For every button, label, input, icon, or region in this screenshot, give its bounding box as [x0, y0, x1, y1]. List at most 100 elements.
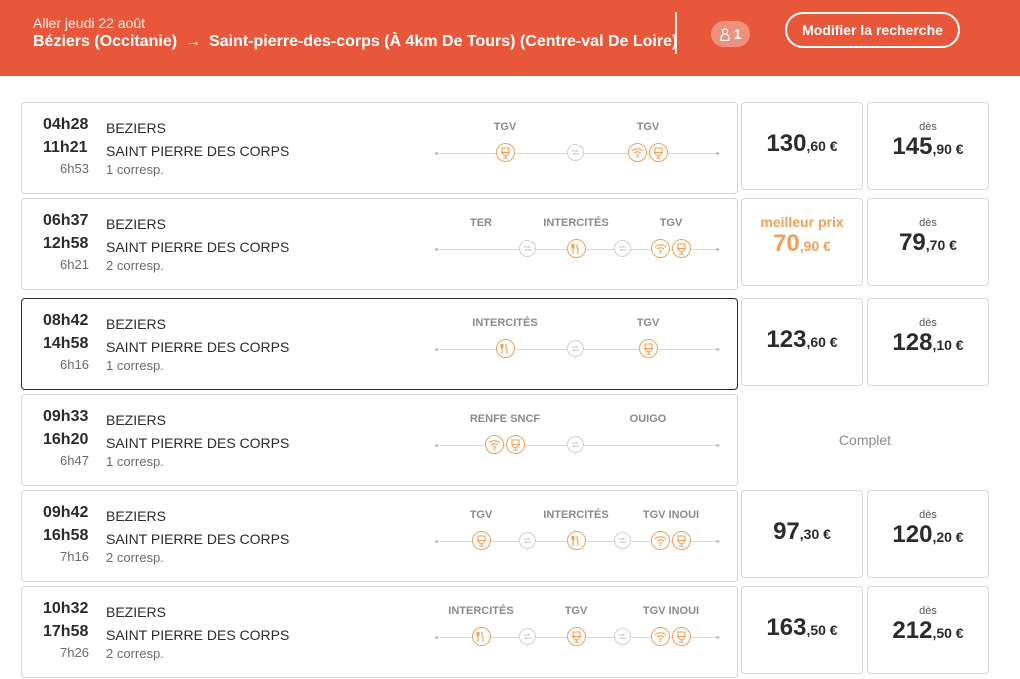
change-icon	[614, 240, 631, 257]
departure-time: 10h32	[43, 600, 89, 617]
route-timeline: INTERCITÉS TGV	[435, 299, 720, 391]
trip-duration: 6h21	[60, 257, 89, 272]
trip-duration: 6h16	[60, 357, 89, 372]
timeline-start-dot	[435, 348, 438, 351]
train-type-label: RENFE SNCF	[469, 413, 541, 425]
change-icon	[519, 532, 536, 549]
train-type-label: TGV INOUI	[642, 605, 700, 617]
arrival-time: 17h58	[43, 623, 89, 640]
price-dec: ,60 €	[806, 334, 838, 350]
connections-count: 2 corresp.	[106, 646, 164, 661]
price-first-class[interactable]: dès 128,10 €	[867, 298, 989, 386]
price-value: 120,20 €	[868, 521, 988, 549]
seat-icon	[566, 627, 586, 646]
arrival-time: 14h58	[43, 335, 89, 352]
arrival-time: 12h58	[43, 235, 89, 252]
train-type-label: OUIGO	[629, 413, 667, 425]
departure-time: 09h33	[43, 408, 89, 425]
departure-station: BEZIERS	[106, 508, 166, 524]
timeline-end-dot	[716, 152, 719, 155]
timeline-end-dot	[716, 348, 719, 351]
arrival-station: SAINT PIERRE DES CORPS	[106, 531, 290, 547]
arrival-station: SAINT PIERRE DES CORPS	[106, 627, 290, 643]
price-int: 97	[773, 518, 800, 545]
price-first-class[interactable]: dès 145,90 €	[867, 102, 989, 190]
modify-search-button[interactable]: Modifier la recherche	[785, 12, 960, 48]
wifi-icon	[651, 239, 670, 258]
trip-card[interactable]: 06h37 12h58 6h21 BEZIERS SAINT PIERRE DES CO…	[21, 198, 738, 290]
route-timeline: TGV INTERCITÉS TGV INOUI	[435, 491, 720, 583]
search-summary-header: Aller jeudi 22 août Béziers (Occitanie) →…	[0, 0, 1020, 76]
price-second-class[interactable]: 130,60 €	[741, 102, 863, 190]
wifi-icon	[651, 531, 670, 550]
price-dec: ,10 €	[932, 337, 964, 353]
price-from-label: dès	[919, 217, 937, 229]
price-second-class[interactable]: 97,30 €	[741, 490, 863, 578]
departure-station: BEZIERS	[106, 216, 166, 232]
seat-icon	[495, 143, 515, 162]
change-icon	[519, 240, 536, 257]
change-icon	[567, 340, 584, 357]
trip-card[interactable]: 09h42 16h58 7h16 BEZIERS SAINT PIERRE DES CO…	[21, 490, 738, 582]
seat-icon	[672, 627, 691, 646]
price-value: 128,10 €	[868, 329, 988, 357]
departure-time: 06h37	[43, 212, 89, 229]
connections-count: 2 corresp.	[106, 258, 164, 273]
arrival-time: 11h21	[43, 139, 88, 156]
train-type-label: TGV INOUI	[642, 509, 700, 521]
trip-row: 04h28 11h21 6h53 BEZIERS SAINT PIERRE DES CO…	[21, 102, 989, 194]
price-int: 128	[892, 329, 933, 356]
price-value: 97,30 €	[742, 518, 862, 546]
train-type-label: TGV	[469, 509, 493, 521]
train-type-label: TGV	[636, 121, 660, 133]
arrival-time: 16h58	[43, 527, 89, 544]
price-value: 130,60 €	[742, 130, 862, 158]
connections-count: 1 corresp.	[106, 162, 164, 177]
price-second-class[interactable]: 123,60 €	[741, 298, 863, 386]
wifi-icon	[485, 435, 504, 454]
change-icon	[614, 532, 631, 549]
price-int: 120	[892, 521, 933, 548]
trip-card[interactable]: 08h42 14h58 6h16 BEZIERS SAINT PIERRE DES CO…	[21, 298, 738, 390]
price-first-class[interactable]: dès 120,20 €	[867, 490, 989, 578]
trip-card[interactable]: 10h32 17h58 7h26 BEZIERS SAINT PIERRE DES CO…	[21, 586, 738, 678]
train-type-label: TGV	[659, 217, 683, 229]
trip-row: 10h32 17h58 7h26 BEZIERS SAINT PIERRE DES CO…	[21, 586, 989, 678]
connections-count: 2 corresp.	[106, 550, 164, 565]
departure-station: BEZIERS	[106, 412, 166, 428]
train-type-label: TGV	[493, 121, 517, 133]
trip-card[interactable]: 04h28 11h21 6h53 BEZIERS SAINT PIERRE DES CO…	[21, 102, 738, 194]
price-from-label: dès	[919, 121, 937, 133]
restaurant-icon	[566, 531, 586, 550]
train-type-label: TGV	[636, 317, 660, 329]
price-dec: ,90 €	[932, 141, 964, 157]
price-dec: ,70 €	[925, 237, 957, 253]
change-icon	[614, 628, 631, 645]
trip-card[interactable]: 09h33 16h20 6h47 BEZIERS SAINT PIERRE DES CO…	[21, 394, 738, 486]
price-value: 212,50 €	[868, 617, 988, 645]
train-type-label: TER	[470, 217, 492, 229]
seat-icon	[471, 531, 491, 550]
person-icon	[719, 27, 730, 41]
sold-out-label: Complet	[838, 432, 892, 448]
price-second-class[interactable]: meilleur prix 70,90 €	[741, 198, 863, 286]
timeline-end-dot	[716, 444, 719, 447]
price-from-label: dès	[919, 509, 937, 521]
price-second-class[interactable]: 163,50 €	[741, 586, 863, 674]
price-dec: ,20 €	[932, 529, 964, 545]
destination-station: Saint-pierre-des-corps (À 4km De Tours) …	[209, 33, 678, 50]
price-value: 123,60 €	[742, 326, 862, 354]
train-type-label: INTERCITÉS	[543, 217, 609, 229]
departure-time: 08h42	[43, 312, 89, 329]
timeline-start-dot	[435, 152, 438, 155]
price-first-class[interactable]: dès 212,50 €	[867, 586, 989, 674]
price-dec: ,60 €	[806, 138, 838, 154]
wifi-icon	[651, 627, 670, 646]
change-icon	[567, 144, 584, 161]
connections-count: 1 corresp.	[106, 454, 164, 469]
restaurant-icon	[471, 627, 491, 646]
price-dec: ,30 €	[799, 526, 831, 542]
timeline-start-dot	[435, 636, 438, 639]
price-first-class[interactable]: dès 79,70 €	[867, 198, 989, 286]
price-dec: ,50 €	[932, 625, 964, 641]
